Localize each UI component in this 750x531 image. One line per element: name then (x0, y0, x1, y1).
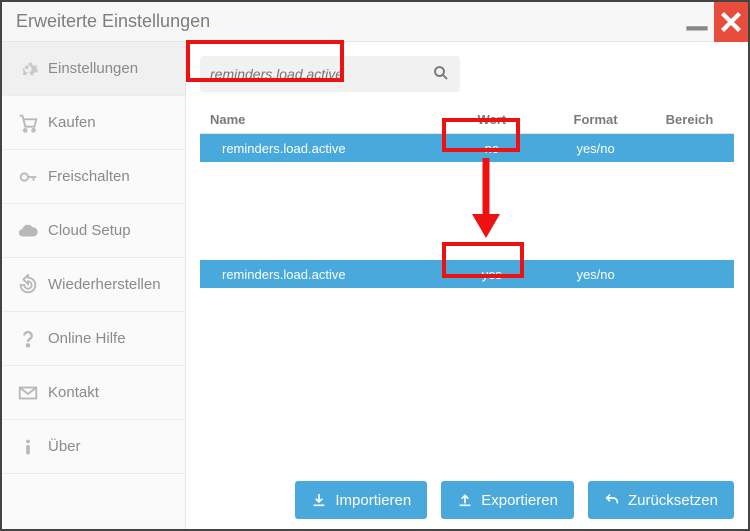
cell-wert[interactable]: yes (437, 267, 546, 282)
search-box[interactable] (200, 56, 460, 92)
col-header-format[interactable]: Format (546, 112, 645, 127)
sidebar: Einstellungen Kaufen Freischalten Cloud … (2, 42, 186, 529)
export-button[interactable]: Exportieren (441, 481, 574, 519)
close-button[interactable] (714, 2, 748, 42)
cell-format: yes/no (546, 267, 645, 282)
sidebar-item-label: Cloud Setup (48, 222, 131, 239)
cart-icon (14, 112, 42, 134)
cell-wert[interactable]: no (437, 141, 546, 156)
sidebar-item-help[interactable]: Online Hilfe (2, 312, 185, 366)
sidebar-item-buy[interactable]: Kaufen (2, 96, 185, 150)
sidebar-item-label: Einstellungen (48, 60, 138, 77)
col-header-bereich[interactable]: Bereich (645, 112, 734, 127)
search-icon (432, 64, 450, 85)
info-icon (14, 436, 42, 458)
title-bar: Erweiterte Einstellungen (2, 2, 748, 42)
sidebar-item-label: Kaufen (48, 114, 96, 131)
mail-icon (14, 382, 42, 404)
sidebar-item-label: Online Hilfe (48, 330, 126, 347)
sidebar-item-contact[interactable]: Kontakt (2, 366, 185, 420)
col-header-name[interactable]: Name (200, 112, 437, 127)
sidebar-item-settings[interactable]: Einstellungen (2, 42, 185, 96)
sidebar-item-about[interactable]: Über (2, 420, 185, 474)
sidebar-item-label: Über (48, 438, 81, 455)
sidebar-item-restore[interactable]: Wiederherstellen (2, 258, 185, 312)
sidebar-item-label: Freischalten (48, 168, 130, 185)
sidebar-item-unlock[interactable]: Freischalten (2, 150, 185, 204)
button-label: Importieren (335, 492, 411, 509)
sidebar-item-cloud[interactable]: Cloud Setup (2, 204, 185, 258)
button-label: Zurücksetzen (628, 492, 718, 509)
reset-button[interactable]: Zurücksetzen (588, 481, 734, 519)
search-input[interactable] (210, 66, 432, 82)
settings-table: Name Wert Format Bereich reminders.load.… (200, 106, 734, 288)
cell-format: yes/no (546, 141, 645, 156)
import-button[interactable]: Importieren (295, 481, 427, 519)
button-label: Exportieren (481, 492, 558, 509)
restore-icon (14, 274, 42, 296)
col-header-wert[interactable]: Wert (437, 112, 546, 127)
download-icon (311, 492, 327, 508)
cloud-icon (14, 220, 42, 242)
minimize-button[interactable] (680, 2, 714, 42)
window-title: Erweiterte Einstellungen (16, 11, 680, 32)
undo-icon (604, 492, 620, 508)
gear-icon (14, 58, 42, 80)
table-row[interactable]: reminders.load.active yes yes/no (200, 260, 734, 288)
table-header: Name Wert Format Bereich (200, 106, 734, 134)
sidebar-item-label: Kontakt (48, 384, 99, 401)
upload-icon (457, 492, 473, 508)
cell-name: reminders.load.active (200, 141, 437, 156)
cell-name: reminders.load.active (200, 267, 437, 282)
table-row[interactable]: reminders.load.active no yes/no (200, 134, 734, 162)
sidebar-item-label: Wiederherstellen (48, 276, 161, 293)
question-icon (14, 328, 42, 350)
key-icon (14, 166, 42, 188)
